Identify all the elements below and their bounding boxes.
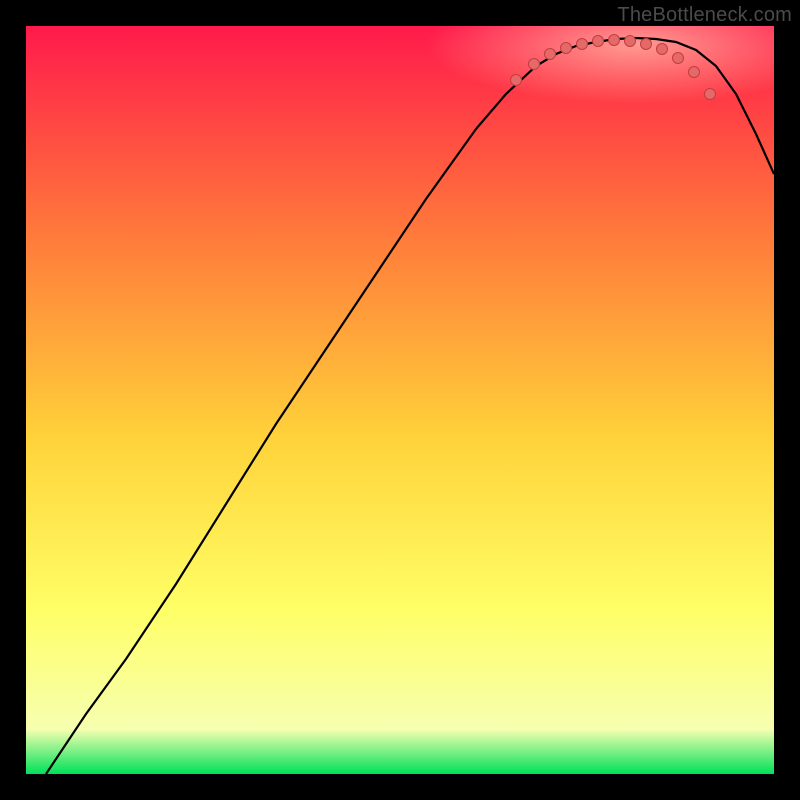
- highlight-dot: [625, 36, 636, 47]
- stage: TheBottleneck.com: [0, 0, 800, 800]
- highlight-dot: [511, 75, 522, 86]
- chart-area: [26, 26, 774, 774]
- highlight-dot: [673, 53, 684, 64]
- highlight-dot: [705, 89, 716, 100]
- highlight-dot: [545, 49, 556, 60]
- highlight-dot: [641, 39, 652, 50]
- highlight-dots-group: [511, 35, 716, 100]
- highlight-dot: [593, 36, 604, 47]
- bottleneck-curve: [46, 38, 774, 774]
- highlight-dot: [561, 43, 572, 54]
- highlight-dot: [689, 67, 700, 78]
- curve-layer: [26, 26, 774, 774]
- highlight-dot: [529, 59, 540, 70]
- highlight-dot: [577, 39, 588, 50]
- highlight-dot: [609, 35, 620, 46]
- highlight-dot: [657, 44, 668, 55]
- attribution-text: TheBottleneck.com: [617, 4, 792, 27]
